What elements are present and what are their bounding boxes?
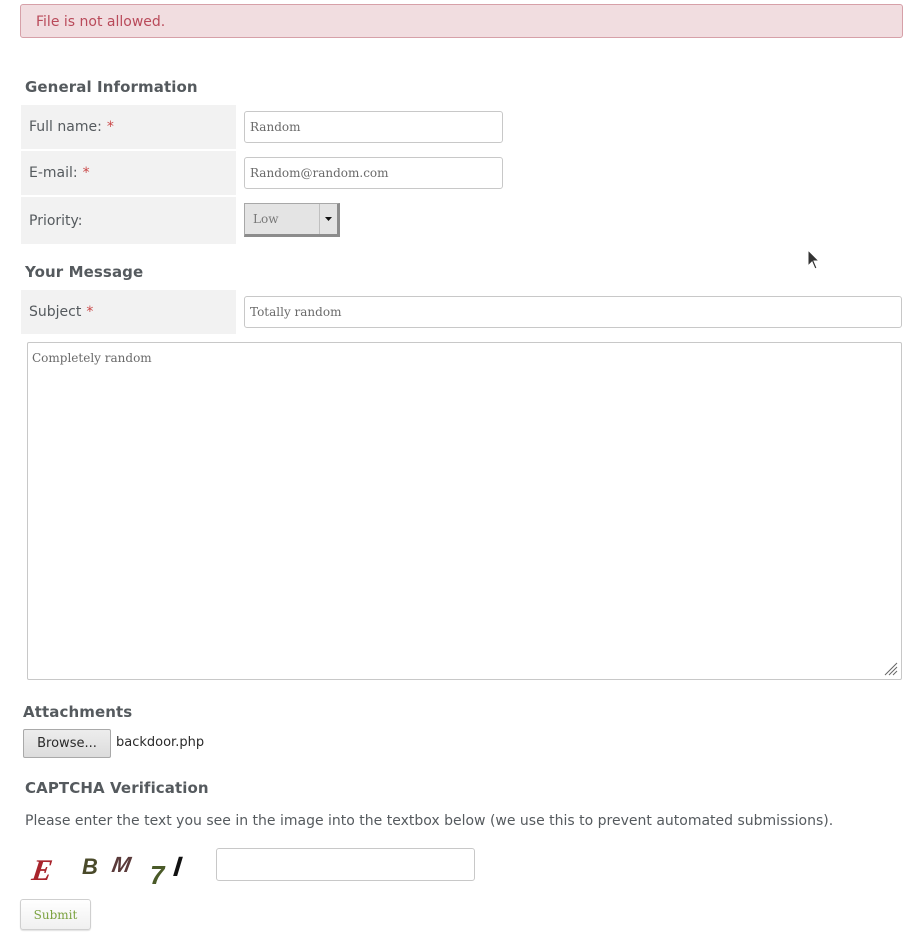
subject-input[interactable] [244,296,902,328]
error-alert-message: File is not allowed. [36,14,166,30]
captcha-image: E B M 7 I [30,851,184,888]
subject-label: Subject * [21,290,236,334]
email-label-text: E-mail: [29,165,78,181]
chevron-down-icon [319,204,337,234]
email-label: E-mail: * [21,151,236,195]
attached-file-name: backdoor.php [116,735,205,750]
required-marker: * [86,304,94,320]
required-marker: * [82,165,90,181]
browse-button[interactable]: Browse... [23,729,111,758]
captcha-char: M [110,852,133,877]
your-message-title: Your Message [25,263,144,281]
captcha-instructions: Please enter the text you see in the ima… [25,813,834,829]
priority-select[interactable]: Low [244,203,340,237]
submit-button[interactable]: Submit [20,899,91,930]
resize-grip-icon[interactable] [882,660,898,676]
contact-form-page: File is not allowed. General Information… [0,0,911,933]
error-alert: File is not allowed. [20,4,903,38]
general-information-title: General Information [25,78,198,96]
captcha-input[interactable] [216,848,475,881]
attachments-title: Attachments [23,703,133,721]
captcha-char: 7 [150,860,166,888]
captcha-char: E [30,853,55,887]
priority-selected-value: Low [253,212,279,226]
subject-label-text: Subject [29,304,82,320]
priority-label: Priority: [21,197,236,244]
priority-label-text: Priority: [29,212,83,229]
mouse-pointer-icon [807,249,821,270]
email-input[interactable] [244,157,503,189]
full-name-label: Full name: * [21,105,236,149]
full-name-label-text: Full name: [29,119,102,135]
full-name-input[interactable] [244,111,503,143]
captcha-char: B [82,854,98,879]
captcha-char: I [172,851,184,882]
required-marker: * [106,119,114,135]
captcha-title: CAPTCHA Verification [25,779,209,797]
message-textarea[interactable]: Completely random [27,342,902,680]
